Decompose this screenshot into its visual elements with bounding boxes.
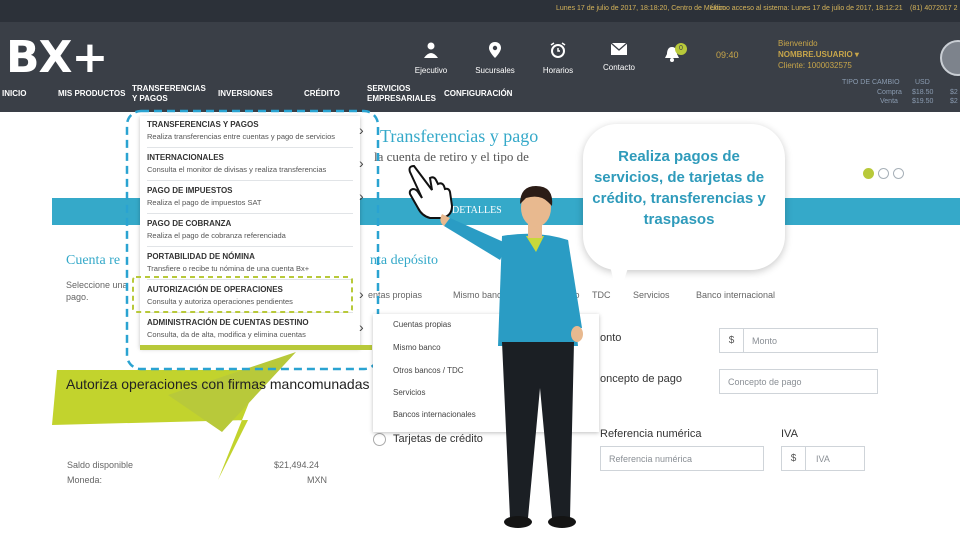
submenu-item[interactable]: Servicios <box>393 388 425 397</box>
speech-bubble-tail <box>606 250 634 298</box>
person-illustration <box>440 186 583 528</box>
callout-payments-text: Realiza pagos de servicios, de tarjetas … <box>592 148 766 228</box>
menu-highlight-outline <box>125 109 380 371</box>
submenu-item[interactable]: Mismo banco <box>393 343 441 352</box>
autorizacion-highlight-outline <box>132 276 353 313</box>
